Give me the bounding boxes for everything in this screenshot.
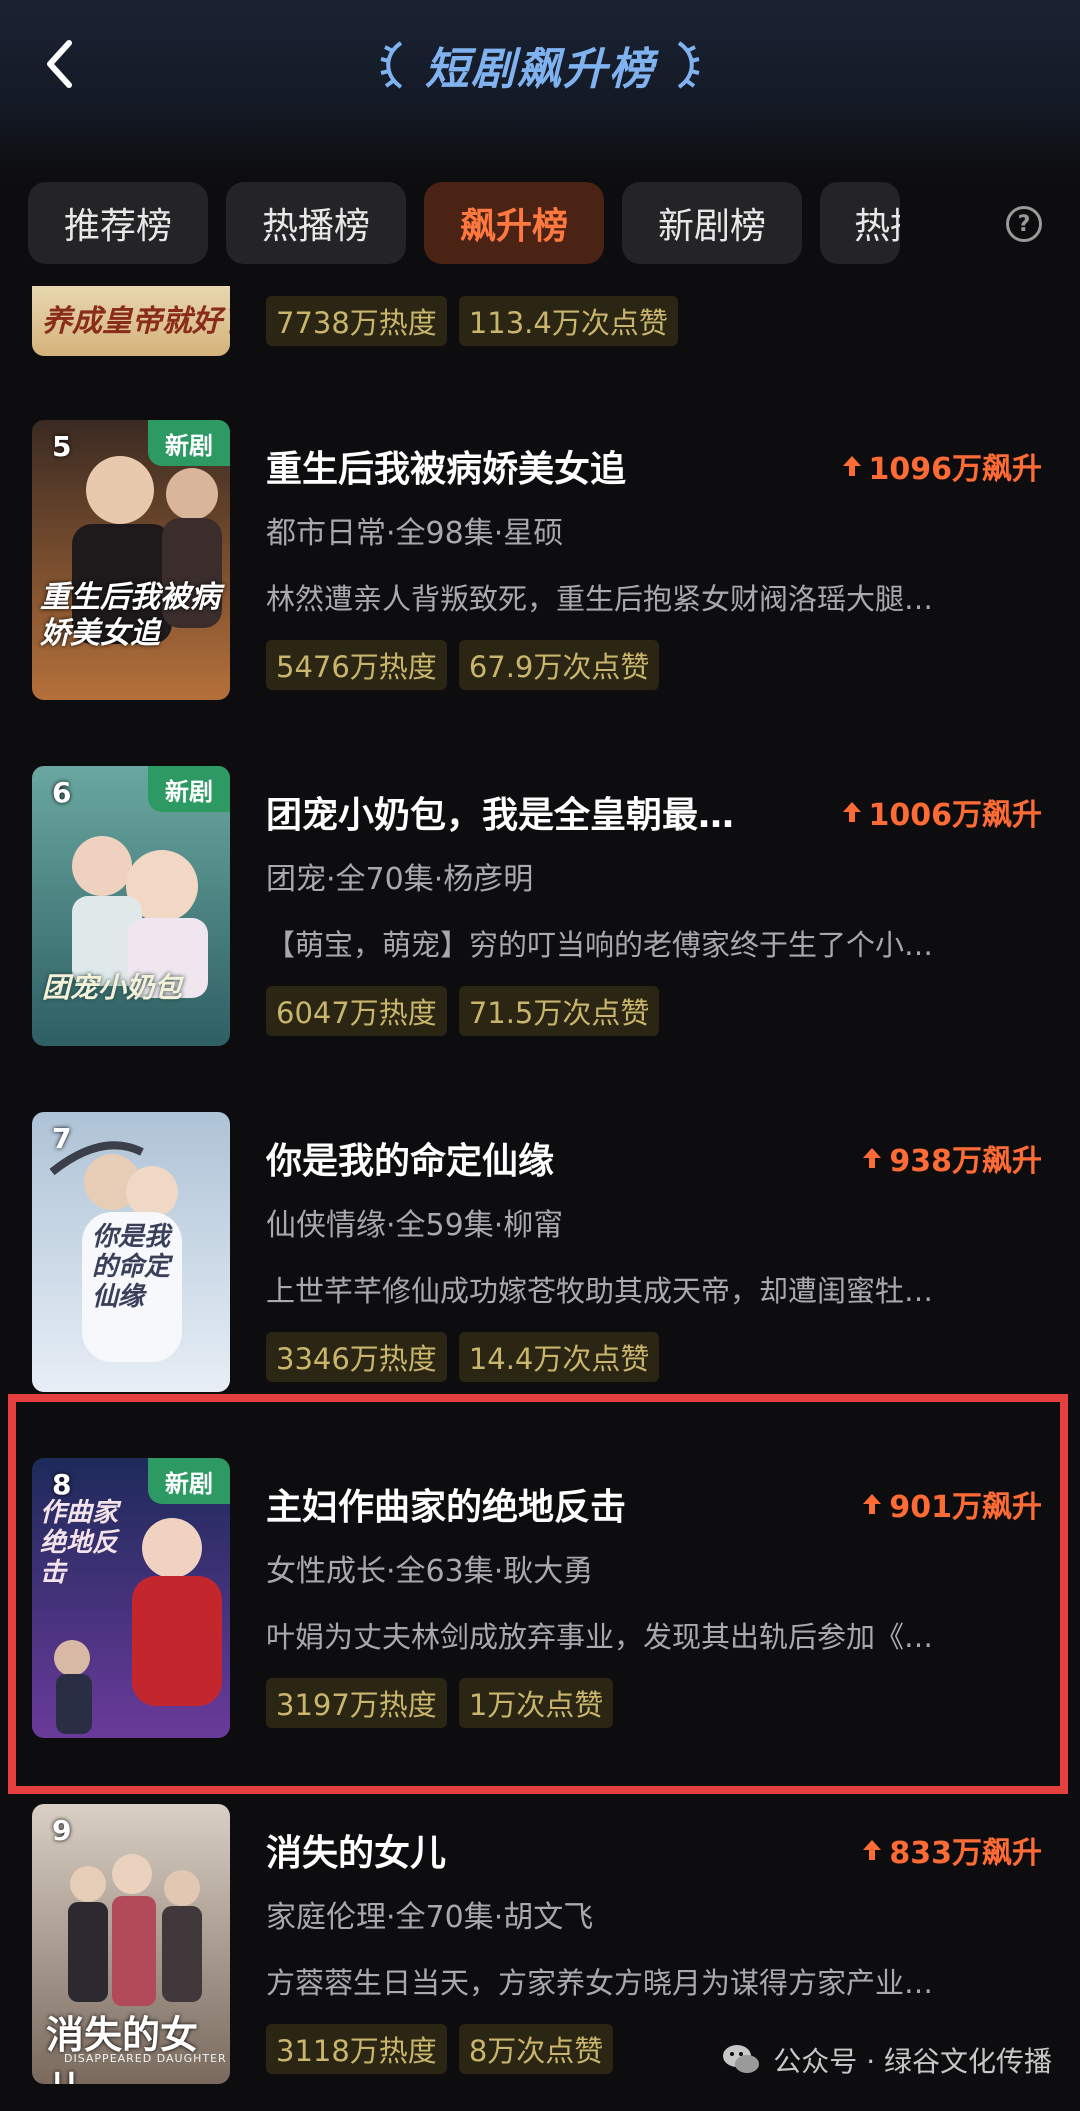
likes-chip: 14.4万次点赞 (458, 1332, 660, 1382)
poster-image: 你是我的命定仙缘 7 (32, 1112, 230, 1392)
poster-title-text: 养成皇帝就好了 (42, 304, 230, 339)
new-badge: 新剧 (148, 1458, 230, 1504)
heat-chip: 3346万热度 (266, 1332, 447, 1382)
rank-number: 8 (52, 1468, 72, 1501)
drama-meta: 仙侠情缘·全59集·柳甯 (266, 1208, 564, 1243)
wechat-icon (723, 2045, 760, 2073)
drama-description: 上世芊芊修仙成功嫁苍牧助其成天帝，却遭闺蜜牡… (266, 1274, 934, 1308)
rise-value: 833万飙升 (861, 1828, 1042, 1872)
rank-number: 5 (52, 430, 72, 463)
drama-title[interactable]: 主妇作曲家的绝地反击 (266, 1478, 626, 1530)
arrow-up-icon (863, 1840, 882, 1860)
rise-text: 938万飙升 (889, 1144, 1042, 1179)
rise-text: 833万飙升 (889, 1836, 1042, 1871)
stats-chips: 7738万热度 113.4万次点赞 (266, 296, 678, 346)
poster-title-text: 消失的女儿 (46, 2013, 199, 2084)
poster-image: 重生后我被病娇美女追 5 新剧 (32, 420, 230, 700)
heat-chip: 5476万热度 (266, 640, 447, 690)
poster-image: 养成皇帝就好了 (32, 286, 230, 356)
arrow-up-icon (842, 802, 861, 822)
likes-chip: 71.5万次点赞 (458, 986, 660, 1036)
stats-chips: 5476万热度 67.9万次点赞 (266, 640, 660, 690)
new-badge: 新剧 (148, 766, 230, 812)
drama-meta: 团宠·全70集·杨彦明 (266, 862, 534, 897)
poster-title-text: 你是我的命定仙缘 (92, 1222, 171, 1312)
arrow-up-icon (842, 456, 861, 476)
likes-chip: 67.9万次点赞 (458, 640, 660, 690)
rank-number: 7 (52, 1122, 72, 1155)
rise-value: 938万飙升 (861, 1136, 1042, 1180)
drama-title[interactable]: 团宠小奶包，我是全皇朝最… (266, 786, 734, 838)
rise-text: 901万飙升 (889, 1490, 1042, 1525)
drama-meta: 都市日常·全98集·星硕 (266, 516, 564, 551)
poster-title-text: 重生后我被病娇美女追 (40, 580, 220, 651)
poster-subtitle-text: DISAPPEARED DAUGHTER (64, 2052, 227, 2065)
drama-description: 方蓉蓉生日当天，方家养女方晓月为谋得方家产业… (266, 1966, 934, 2000)
poster-image: 团宠小奶包 6 新剧 (32, 766, 230, 1046)
watermark: 公众号 · 绿谷文化传播 (721, 2040, 1052, 2080)
list-item[interactable] (0, 0, 1080, 266)
rise-value: 1006万飙升 (841, 790, 1043, 834)
rank-number: 6 (52, 776, 72, 809)
drama-meta: 家庭伦理·全70集·胡文飞 (266, 1900, 594, 1935)
drama-title[interactable]: 你是我的命定仙缘 (266, 1132, 554, 1184)
rise-text: 1006万飙升 (868, 798, 1043, 833)
list-item[interactable]: 重生后我被病娇美女追 5 新剧 重生后我被病娇美女追 1096万飙升 都市日常·… (0, 420, 1080, 710)
list-item[interactable]: 团宠小奶包 6 新剧 团宠小奶包，我是全皇朝最… 1006万飙升 团宠·全70集… (0, 766, 1080, 1056)
drama-title[interactable]: 消失的女儿 (266, 1824, 446, 1876)
rank-number: 9 (52, 1814, 72, 1847)
rise-value: 1096万飙升 (841, 444, 1043, 488)
heat-chip: 3197万热度 (266, 1678, 447, 1728)
heat-chip: 7738万热度 (266, 296, 447, 346)
poster-image: 消失的女儿 DISAPPEARED DAUGHTER 9 (32, 1804, 230, 2084)
drama-meta: 女性成长·全63集·耿大勇 (266, 1554, 594, 1589)
rise-value: 901万飙升 (861, 1482, 1042, 1526)
heat-chip: 3118万热度 (266, 2024, 447, 2074)
stats-chips: 3118万热度 8万次点赞 (266, 2024, 614, 2074)
stats-chips: 3197万热度 1万次点赞 (266, 1678, 614, 1728)
arrow-up-icon (863, 1494, 882, 1514)
list-item[interactable]: 作曲家绝地反击 8 新剧 主妇作曲家的绝地反击 901万飙升 女性成长·全63集… (0, 1458, 1080, 1748)
drama-description: 叶娟为丈夫林剑成放弃事业，发现其出轨后参加《… (266, 1620, 934, 1654)
likes-chip: 8万次点赞 (458, 2024, 614, 2074)
heat-chip: 6047万热度 (266, 986, 447, 1036)
poster-title-text: 作曲家绝地反击 (40, 1498, 119, 1588)
arrow-up-icon (863, 1148, 882, 1168)
rise-text: 1096万飙升 (868, 452, 1043, 487)
drama-list: 养成皇帝就好了 7738万热度 113.4万次点赞 重生后我被病娇美女追 5 新… (0, 0, 1080, 2111)
new-badge: 新剧 (148, 420, 230, 466)
likes-chip: 113.4万次点赞 (458, 296, 678, 346)
drama-description: 林然遭亲人背叛致死，重生后抱紧女财阀洛瑶大腿… (266, 582, 934, 616)
poster-title-text: 团宠小奶包 (42, 971, 183, 1004)
drama-description: 【萌宝，萌宠】穷的叮当响的老傅家终于生了个小… (266, 928, 934, 962)
stats-chips: 6047万热度 71.5万次点赞 (266, 986, 660, 1036)
drama-title[interactable]: 重生后我被病娇美女追 (266, 440, 626, 492)
poster-image: 作曲家绝地反击 8 新剧 (32, 1458, 230, 1738)
stats-chips: 3346万热度 14.4万次点赞 (266, 1332, 660, 1382)
watermark-text: 公众号 · 绿谷文化传播 (773, 2045, 1052, 2078)
list-item[interactable]: 你是我的命定仙缘 7 你是我的命定仙缘 938万飙升 仙侠情缘·全59集·柳甯 … (0, 1112, 1080, 1402)
likes-chip: 1万次点赞 (458, 1678, 614, 1728)
